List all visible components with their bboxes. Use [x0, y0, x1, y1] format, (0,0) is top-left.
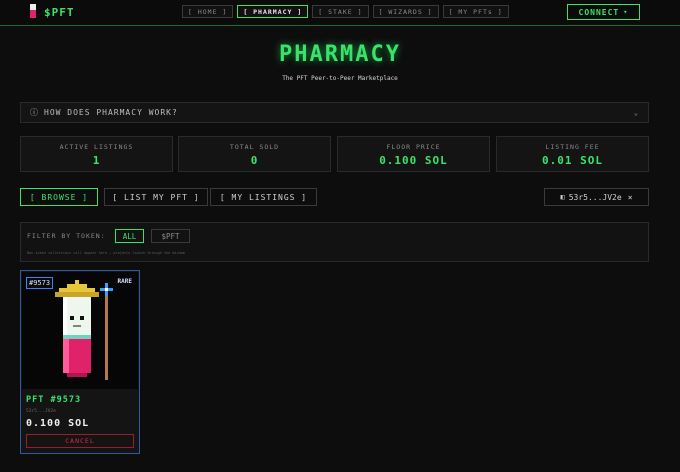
stat-value: 1	[92, 154, 101, 167]
faq-accordion[interactable]: ⓘ HOW DOES PHARMACY WORK? ⌄	[20, 102, 649, 123]
stat-value: 0.100 SOL	[379, 154, 448, 167]
connect-button[interactable]: CONNECT ▾	[567, 4, 640, 20]
nav-stake[interactable]: [ STAKE ]	[312, 5, 369, 18]
close-icon[interactable]: ×	[628, 193, 633, 202]
page-subtitle: The PFT Peer-to-Peer Marketplace	[282, 75, 398, 82]
rarity-badge: RARE	[117, 278, 132, 285]
tab-my-listings[interactable]: [ MY LISTINGS ]	[210, 188, 317, 206]
top-nav-bar: $PFT [ HOME ] [ PHARMACY ] [ STAKE ] [ W…	[0, 0, 680, 26]
listing-card[interactable]: #9573 RARE PFT #9573 53r5...JV2e 0.100 S…	[20, 270, 140, 454]
stat-active-listings: ACTIVE LISTINGS 1	[20, 136, 173, 172]
tab-browse[interactable]: [ BROWSE ]	[20, 188, 98, 206]
chevron-down-icon: ▾	[623, 8, 629, 16]
nav-wizards[interactable]: [ WIZARDS ]	[372, 5, 439, 18]
stat-total-sold: TOTAL SOLD 0	[178, 136, 331, 172]
nav-pharmacy[interactable]: [ PHARMACY ]	[237, 5, 309, 18]
token-filter-panel: FILTER BY TOKEN: ALL $PFT Non-token coll…	[20, 222, 649, 262]
stat-value: 0	[250, 154, 259, 167]
stat-listing-fee: LISTING FEE 0.01 SOL	[496, 136, 649, 172]
pill-wizard-image	[22, 272, 138, 389]
stat-label: LISTING FEE	[545, 143, 600, 151]
wallet-address-chip[interactable]: ◧ 53r5...JV2e ×	[544, 188, 649, 206]
wallet-icon: ◧	[560, 193, 565, 201]
stat-floor-price: FLOOR PRICE 0.100 SOL	[337, 136, 490, 172]
stat-label: ACTIVE LISTINGS	[59, 143, 134, 151]
filter-label: FILTER BY TOKEN:	[27, 232, 106, 240]
nav-my-pfts[interactable]: [ MY PFTs ]	[442, 5, 509, 18]
help-circle-icon: ⓘ	[30, 108, 39, 117]
pill-icon	[28, 4, 38, 20]
connect-label: CONNECT	[578, 7, 620, 17]
cancel-listing-button[interactable]: CANCEL	[26, 434, 134, 448]
stat-label: FLOOR PRICE	[386, 143, 441, 151]
page-title: PHARMACY	[279, 42, 401, 67]
filter-pft-button[interactable]: $PFT	[151, 229, 190, 243]
tab-list-my-pft[interactable]: [ LIST MY PFT ]	[104, 188, 208, 206]
filter-all-button[interactable]: ALL	[115, 229, 144, 243]
brand-logo[interactable]: $PFT	[28, 4, 75, 20]
faq-label: HOW DOES PHARMACY WORK?	[44, 108, 178, 117]
nav-home[interactable]: [ HOME ]	[182, 5, 234, 18]
listing-seller: 53r5...JV2e	[26, 409, 56, 414]
listing-price: 0.100 SOL	[26, 418, 90, 429]
main-nav: [ HOME ] [ PHARMACY ] [ STAKE ] [ WIZARD…	[182, 5, 509, 18]
brand-name: $PFT	[44, 5, 75, 19]
stat-label: TOTAL SOLD	[229, 143, 280, 151]
chevron-down-icon: ⌄	[633, 108, 639, 117]
stat-value: 0.01 SOL	[542, 154, 603, 167]
token-id-badge: #9573	[26, 277, 54, 289]
listing-name: PFT #9573	[26, 395, 82, 405]
filter-note: Non-token collections will appear here —…	[27, 251, 186, 255]
wallet-address: 53r5...JV2e	[568, 192, 622, 202]
nft-artwork: #9573 RARE	[22, 272, 138, 389]
